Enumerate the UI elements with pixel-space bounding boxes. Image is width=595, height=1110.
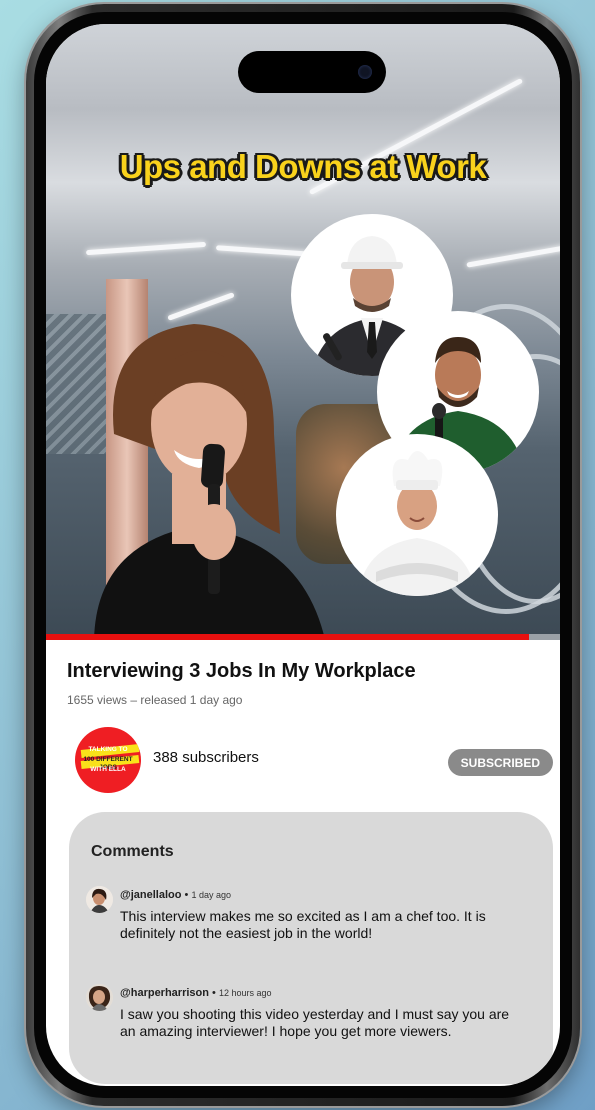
comment-username[interactable]: @janellaloo [120,889,181,901]
video-progress-fill [46,634,530,640]
phone-screen: Ups and Downs at Work Interviewing 3 Job… [46,24,560,1086]
comment-text: This interview makes me so excited as I … [120,908,486,941]
comments-heading: Comments [91,843,174,860]
comment-time: 12 hours ago [218,988,272,998]
comment-time: 1 day ago [191,890,231,900]
video-meta: 1655 views – released 1 day ago [67,693,242,707]
dynamic-island [238,51,386,93]
avatar-text-1: TALKING TO [88,746,128,753]
interviewer-figure [74,314,354,634]
avatar-text-3: WITH ELLA [90,766,126,773]
channel-row: TALKING TO 100 DIFFERENT JOBS WITH ELLA … [75,727,553,793]
subscriber-count: 388 subscribers [153,749,259,766]
video-progress-bar[interactable] [46,634,560,640]
ceiling-light [466,245,560,268]
comment-text: I saw you shooting this video yesterday … [120,1006,510,1039]
view-count: 1655 views [67,693,128,707]
ceiling-light [85,241,207,256]
camera-icon [358,65,372,79]
comment-header: @harperharrison • 12 hours ago [120,987,272,999]
channel-avatar[interactable]: TALKING TO 100 DIFFERENT JOBS WITH ELLA [75,727,141,793]
thumbnail-title: Ups and Downs at Work [119,148,487,185]
comment-username[interactable]: @harperharrison [120,987,209,999]
comment-header: @janellaloo • 1 day ago [120,889,231,901]
commenter-avatar[interactable] [86,886,113,913]
release-date: released 1 day ago [140,693,243,707]
subscribed-button[interactable]: SUBSCRIBED [447,749,553,776]
phone-bezel: Ups and Downs at Work Interviewing 3 Job… [34,12,572,1098]
comments-panel: Comments @janellaloo • 1 day ago This in… [69,812,553,1084]
video-title: Interviewing 3 Jobs In My Workplace [67,660,416,682]
commenter-avatar[interactable] [86,984,113,1011]
video-thumbnail[interactable]: Ups and Downs at Work [46,24,560,634]
meta-separator: – [130,693,141,707]
phone-frame: Ups and Downs at Work Interviewing 3 Job… [26,4,580,1106]
chef-portrait [336,434,498,596]
bullet-separator: • [212,987,219,999]
